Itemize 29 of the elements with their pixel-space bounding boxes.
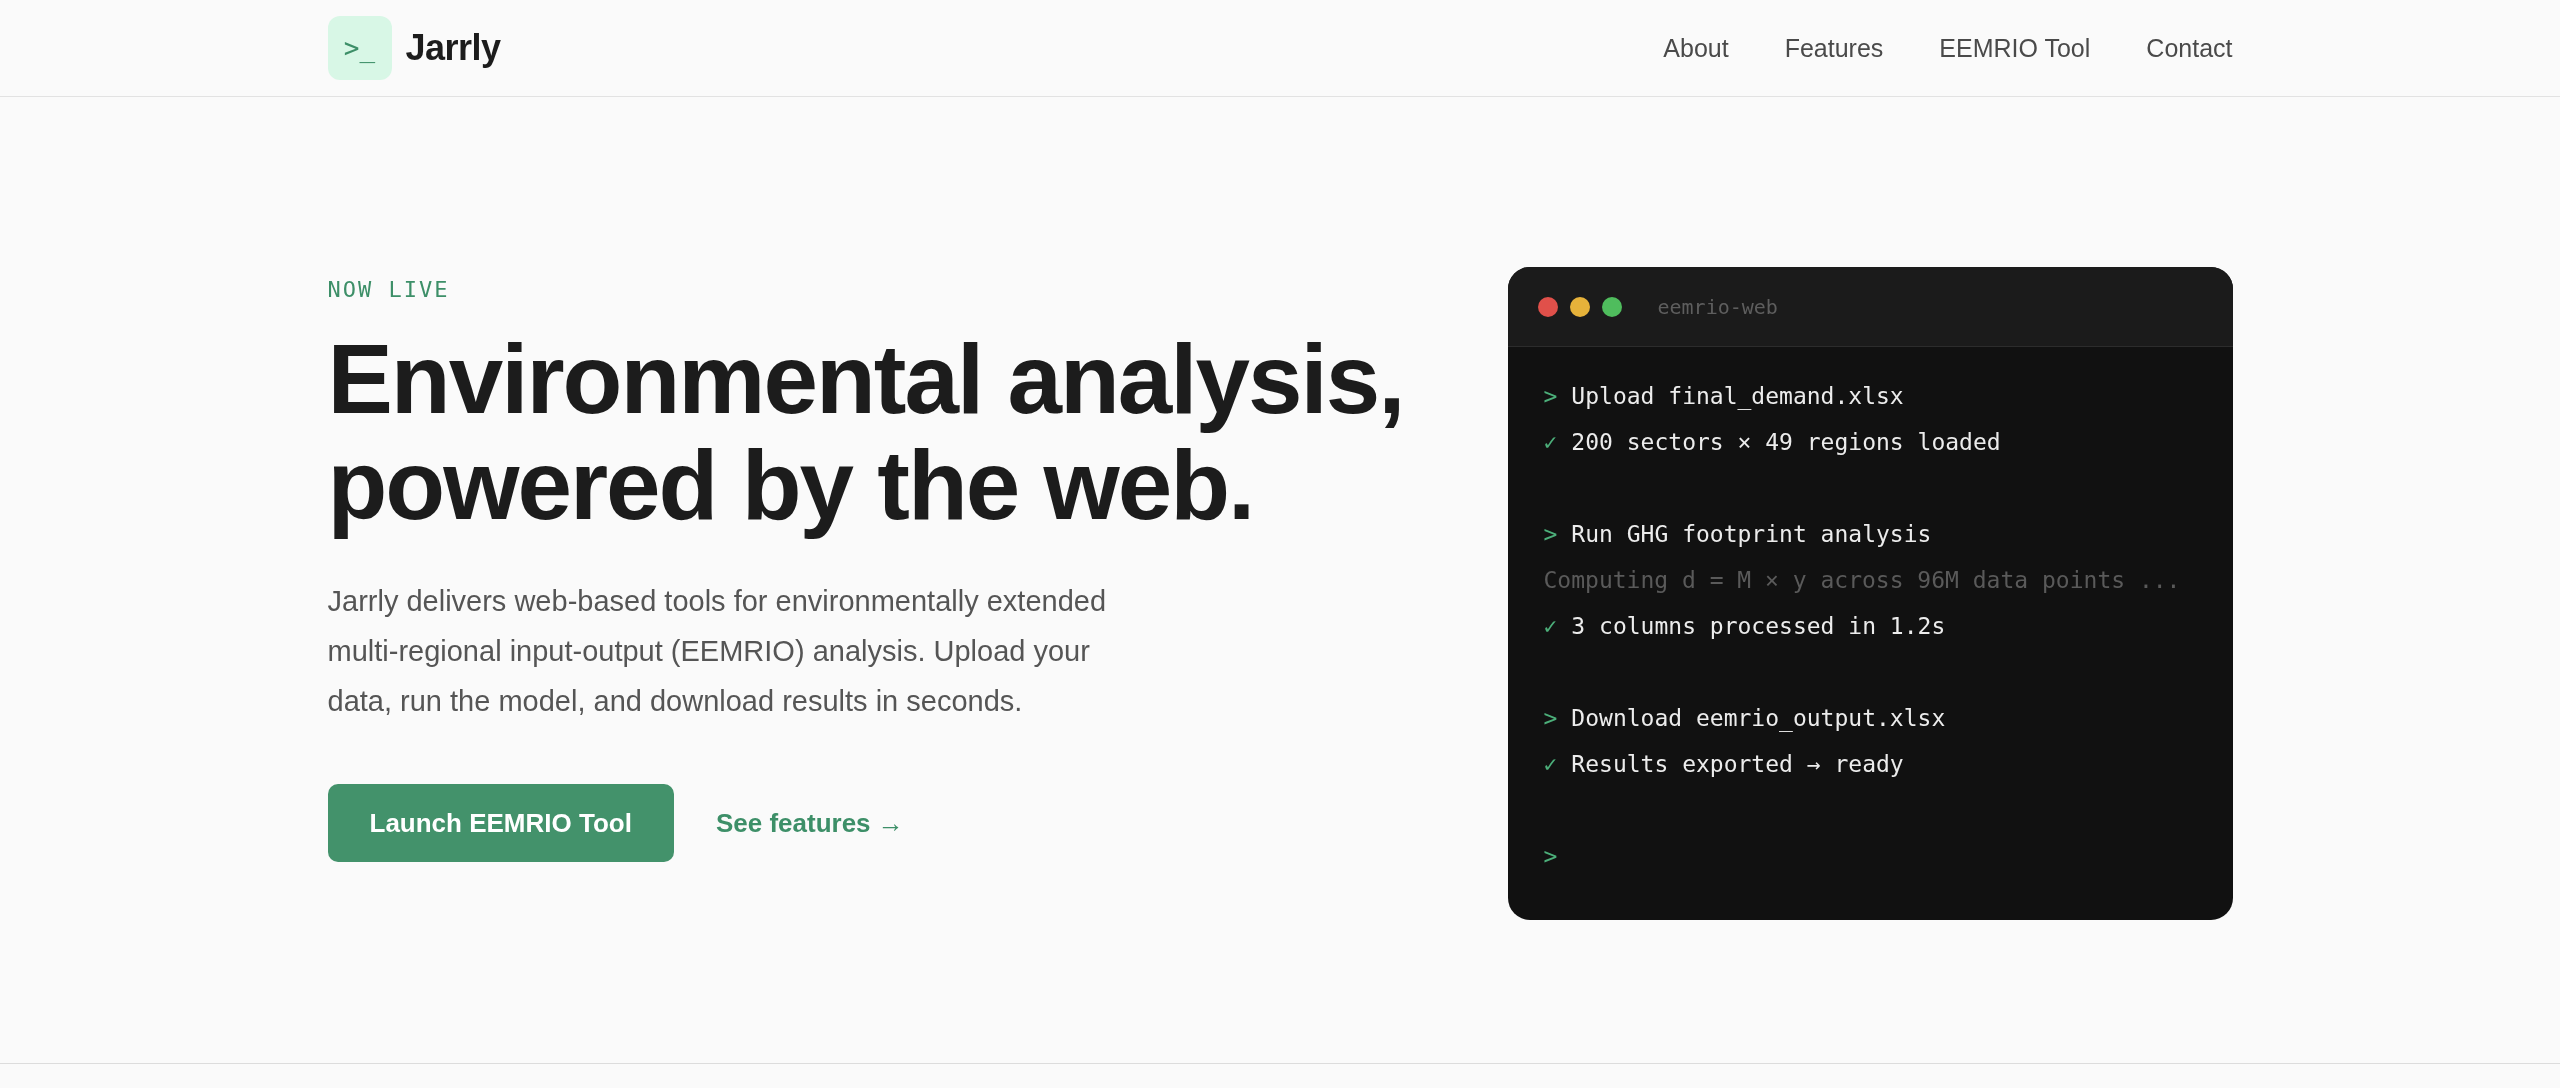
terminal-line: Run GHG footprint analysis: [1571, 521, 1932, 547]
launch-button[interactable]: Launch EEMRIO Tool: [327, 784, 674, 862]
nav-link[interactable]: About: [1663, 33, 1729, 63]
prompt-symbol: >: [1543, 383, 1558, 409]
terminal-line: Upload final_demand.xlsx: [1571, 383, 1904, 409]
window-dot-icon: [1601, 296, 1622, 317]
terminal-title: eemrio-web: [1657, 294, 1778, 319]
nav-link[interactable]: EEMRIO Tool: [1939, 33, 2091, 63]
terminal-line: 200 sectors × 49 regions loaded: [1571, 429, 2001, 455]
terminal-line: Download eemrio_output.xlsx: [1571, 705, 1946, 731]
features-link[interactable]: See features →: [715, 807, 904, 839]
check-mark: ✓: [1543, 751, 1558, 777]
nav-link[interactable]: Contact: [2146, 33, 2233, 63]
terminal-line: 3 columns processed in 1.2s: [1571, 613, 1946, 639]
eyebrow-label: NOW LIVE: [327, 277, 450, 302]
check-mark: ✓: [1543, 613, 1558, 639]
window-dot-icon: [1569, 296, 1590, 317]
nav-link[interactable]: Features: [1784, 33, 1884, 63]
check-mark: ✓: [1543, 429, 1558, 455]
headline: Environmental analysis, powered by the web.: [327, 326, 1404, 538]
logo-icon[interactable]: >_: [327, 16, 392, 80]
brand-name[interactable]: Jarrly: [405, 27, 501, 69]
terminal-line: Results exported → ready: [1571, 751, 1904, 777]
terminal-line: Computing d = M × y across 96M data points ...: [1543, 567, 2181, 593]
window-dot-icon: [1537, 296, 1558, 317]
prompt-symbol: >: [1543, 705, 1558, 731]
description: Jarrly delivers web-based tools for environmentally extended multi-regional input-output (EEMRIO) analysis. Upload your data, run the model, and download results in seconds.: [327, 584, 1108, 719]
prompt-symbol: >: [1543, 843, 1558, 869]
prompt-symbol: >: [1543, 521, 1558, 547]
